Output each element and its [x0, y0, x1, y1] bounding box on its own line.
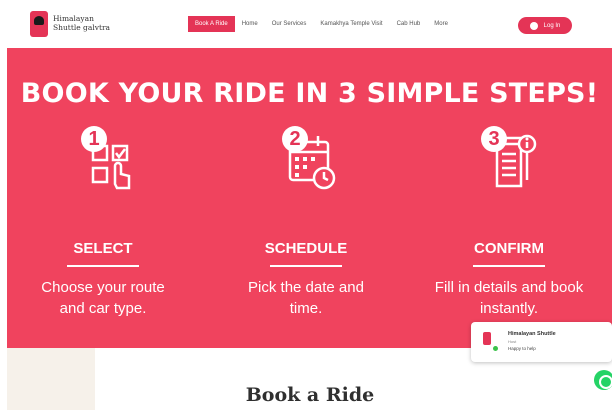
whatsapp-icon[interactable] [594, 370, 612, 390]
login-button[interactable]: Log In [518, 17, 572, 34]
brand-line-1: Himalayan [53, 14, 94, 23]
chat-popup[interactable]: Himalayan Shuttle Host Happy to help [471, 322, 612, 362]
login-label: Log In [543, 22, 561, 29]
step-label-schedule: SCHEDULE [264, 240, 348, 257]
nav-item-home[interactable]: Home [235, 16, 265, 32]
step-select: 1 SELECT Choose your route and car type. [8, 122, 198, 319]
online-status-icon [493, 346, 498, 351]
side-panel [7, 348, 95, 410]
brand-line-2: Shuttle galvtra [53, 23, 111, 32]
step-description-line: instantly. [479, 300, 539, 317]
step-number-1: 1 [81, 126, 107, 152]
step-number-2: 2 [282, 126, 308, 152]
nav-item-our-services[interactable]: Our Services [265, 16, 314, 32]
step-label-confirm: CONFIRM [474, 240, 544, 257]
step-description-line: Pick the date and [248, 279, 364, 296]
chat-status: Happy to help [508, 346, 536, 351]
step-divider [473, 265, 545, 267]
step-description-line: and car type. [59, 300, 147, 317]
step-divider [270, 265, 342, 267]
nav-item-cab-hub[interactable]: Cab Hub [390, 16, 428, 32]
step-description-confirm: Fill in details and book instantly. [414, 277, 604, 319]
step-divider [67, 265, 139, 267]
step-description-line: Choose your route [41, 279, 165, 296]
chat-avatar [483, 332, 491, 345]
brand-logo[interactable] [30, 11, 48, 37]
step-confirm: 3 CONFIRM Fill in details and book insta… [414, 122, 604, 319]
main-nav: Book A Ride Home Our Services Kamakhya T… [188, 16, 455, 32]
step-number-3: 3 [481, 126, 507, 152]
step-label-select: SELECT [73, 240, 133, 257]
chat-role: Host [508, 339, 517, 344]
calendar-clock-icon: 2 [256, 122, 356, 202]
step-description-line: time. [289, 300, 323, 317]
step-schedule: 2 SCHEDULE Pick the date and time. [211, 122, 401, 319]
user-icon [529, 21, 538, 30]
step-description-select: Choose your route and car type. [8, 277, 198, 319]
hero-title: BOOK YOUR RIDE IN 3 SIMPLE STEPS! [20, 78, 599, 109]
site-header: Himalayan Shuttle galvtra Book A Ride Ho… [0, 0, 612, 48]
book-ride-heading: Book a Ride [245, 384, 375, 406]
nav-item-more[interactable]: More [427, 16, 455, 32]
select-checkbox-icon: 1 [53, 122, 153, 202]
brand-name[interactable]: Himalayan Shuttle galvtra [53, 14, 110, 32]
steps-hero: BOOK YOUR RIDE IN 3 SIMPLE STEPS! 1 SELE… [7, 48, 612, 348]
document-info-icon: 3 [459, 122, 559, 202]
nav-item-kamakhya-temple-visit[interactable]: Kamakhya Temple Visit [313, 16, 389, 32]
step-description-schedule: Pick the date and time. [211, 277, 401, 319]
chat-name: Himalayan Shuttle [508, 331, 556, 337]
step-description-line: Fill in details and book [434, 279, 584, 296]
nav-item-book-a-ride[interactable]: Book A Ride [188, 16, 235, 32]
